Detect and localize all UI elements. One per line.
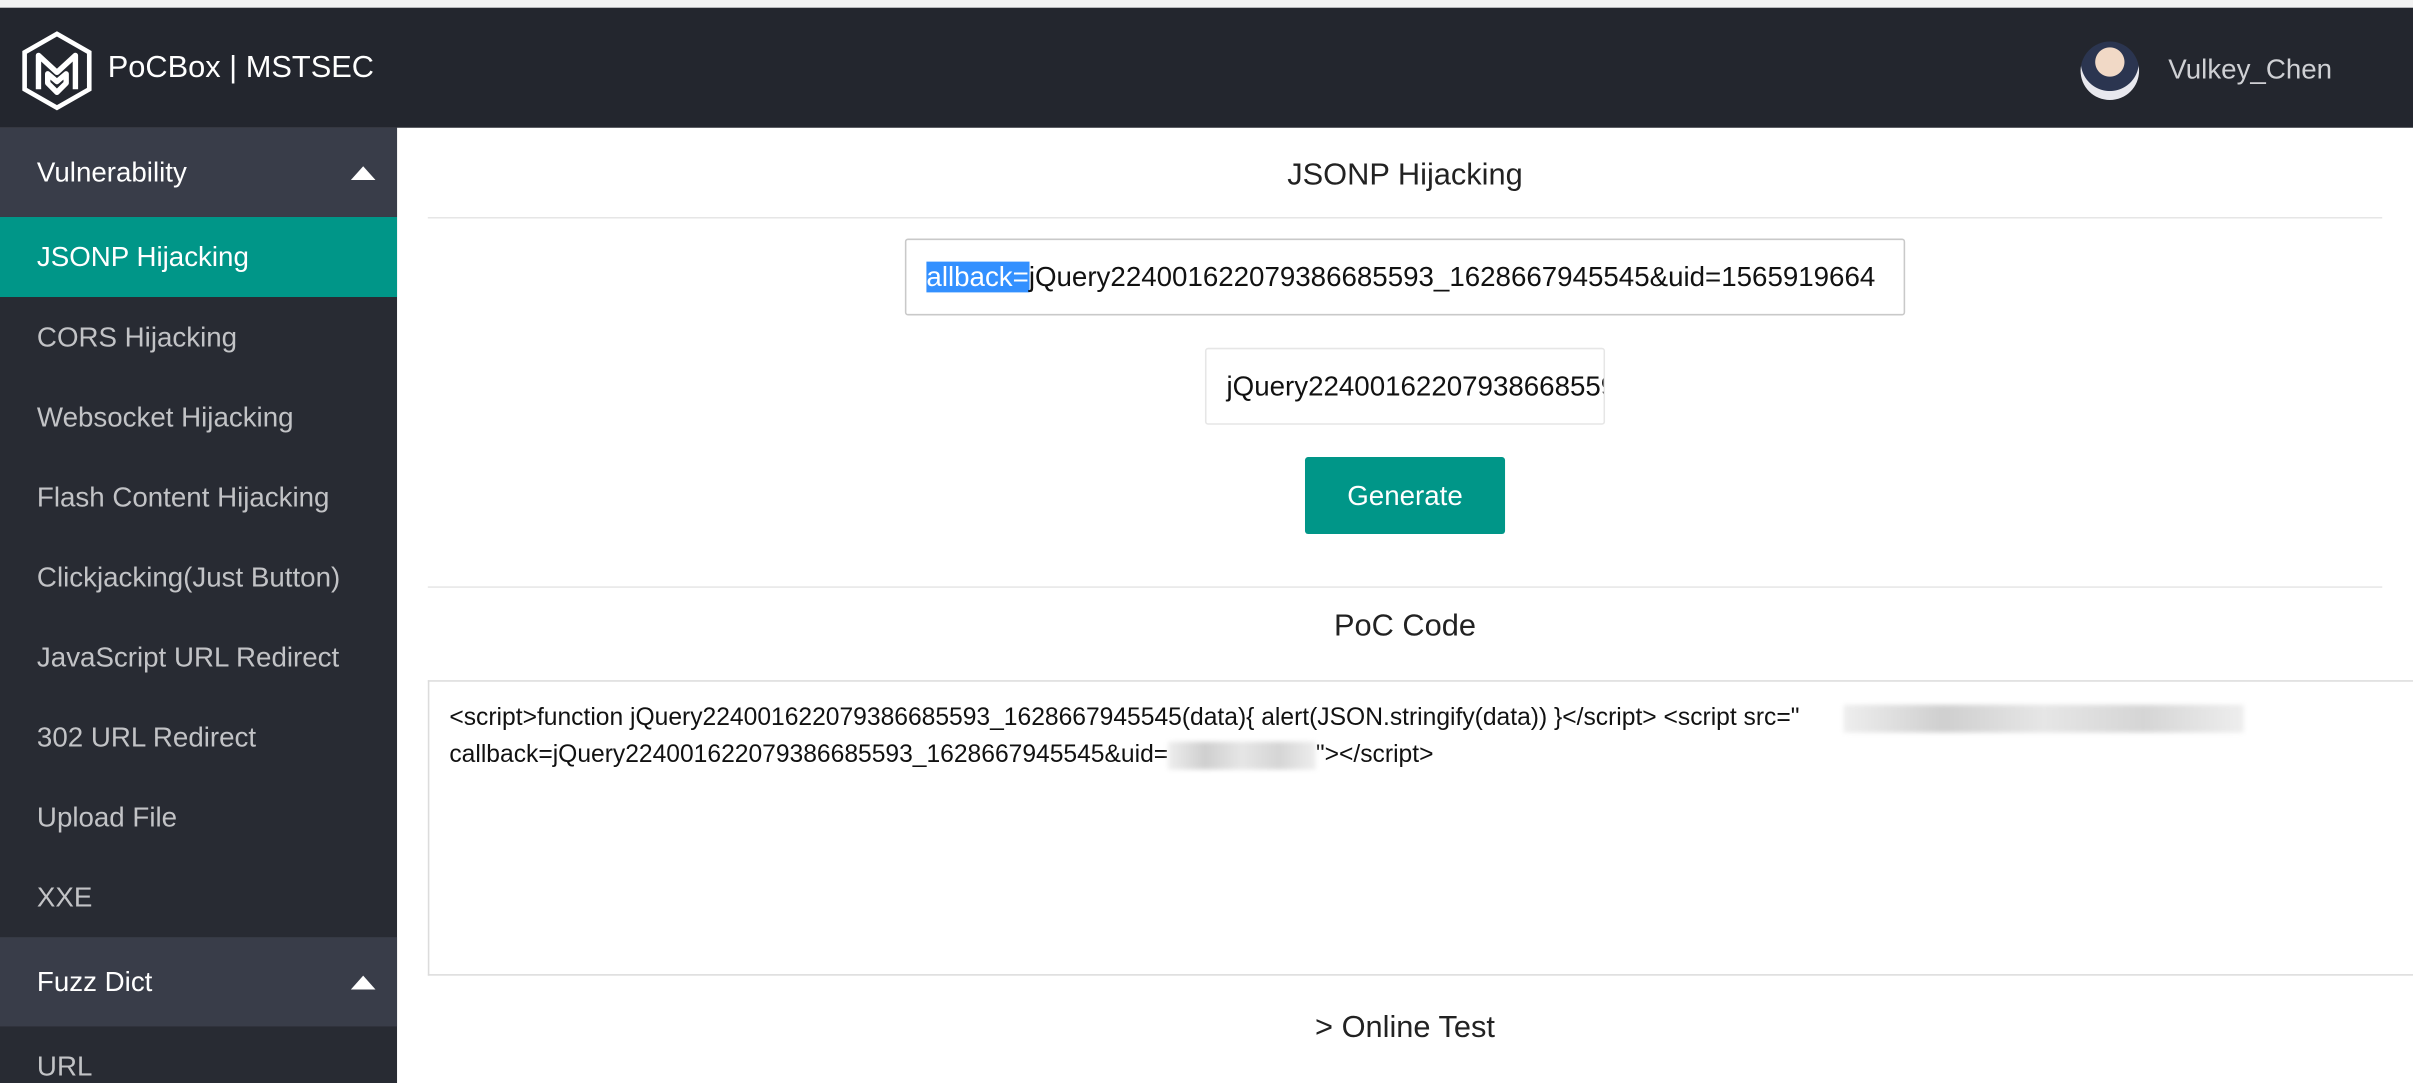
redacted-block (1843, 704, 2244, 733)
sidebar-item-xxe[interactable]: XXE (0, 857, 397, 937)
online-test-link[interactable]: > Online Test (428, 1011, 2382, 1046)
poc-line-2-end: "></script> (1315, 741, 1434, 768)
avatar[interactable] (2080, 41, 2140, 101)
caret-up-icon (350, 975, 376, 990)
sidebar-group-fuzz-dict[interactable]: Fuzz Dict (0, 937, 398, 1027)
callback-input[interactable]: jQuery224001622079386685593 (1204, 347, 1606, 425)
sidebar-item-jsonp-hijacking[interactable]: JSONP Hijacking (0, 216, 398, 298)
url-input[interactable]: allback=jQuery22400162207938668559­3_162… (904, 238, 1906, 316)
sidebar-item-websocket-hijacking[interactable]: Websocket Hijacking (0, 377, 397, 457)
poc-line-2: callback=jQuery224001622079386685593_162… (449, 741, 1169, 768)
selected-text: allback= (926, 261, 1029, 293)
top-header: PoCBox | MSTSEC Vulkey_Chen (0, 7, 2413, 128)
sidebar-item-upload-file[interactable]: Upload File (0, 777, 397, 857)
redacted-block (1168, 741, 1316, 770)
divider (427, 586, 2383, 588)
divider (427, 216, 2383, 219)
sidebar-item-cors-hijacking[interactable]: CORS Hijacking (0, 297, 397, 377)
sidebar-item-url[interactable]: URL (0, 1026, 397, 1083)
group-label: Fuzz Dict (36, 966, 153, 998)
mstsec-logo-icon (22, 31, 92, 111)
sidebar-group-vulnerability[interactable]: Vulnerability (0, 127, 398, 217)
caret-up-icon (350, 166, 376, 181)
poc-code-textarea[interactable]: <script>function jQuery22400162207938668… (427, 680, 2413, 976)
group-label: Vulnerability (36, 156, 187, 188)
generate-button[interactable]: Generate (1304, 457, 1506, 534)
brand-title[interactable]: PoCBox | MSTSEC (108, 51, 374, 86)
username[interactable]: Vulkey_Chen (2168, 54, 2332, 86)
sidebar-item-flash-content-hijacking[interactable]: Flash Content Hijacking (0, 457, 397, 537)
top-strip (0, 0, 2413, 8)
url-input-value: jQuery22400162207938668559­3_16286679455… (1028, 261, 1876, 293)
sidebar-item-javascript-url-redirect[interactable]: JavaScript URL Redirect (0, 617, 397, 697)
poc-code-title: PoC Code (1334, 609, 1477, 644)
sidebar-item-302-url-redirect[interactable]: 302 URL Redirect (0, 697, 397, 777)
sidebar-item-clickjacking[interactable]: Clickjacking(Just Button) (0, 537, 397, 617)
page-title: JSONP Hijacking (1287, 158, 1523, 193)
callback-input-value: jQuery224001622079386685593 (1226, 370, 1606, 402)
poc-line-1: <script>function jQuery22400162207938668… (449, 704, 1800, 731)
sidebar: Vulnerability JSONP Hijacking CORS Hijac… (0, 127, 398, 1083)
